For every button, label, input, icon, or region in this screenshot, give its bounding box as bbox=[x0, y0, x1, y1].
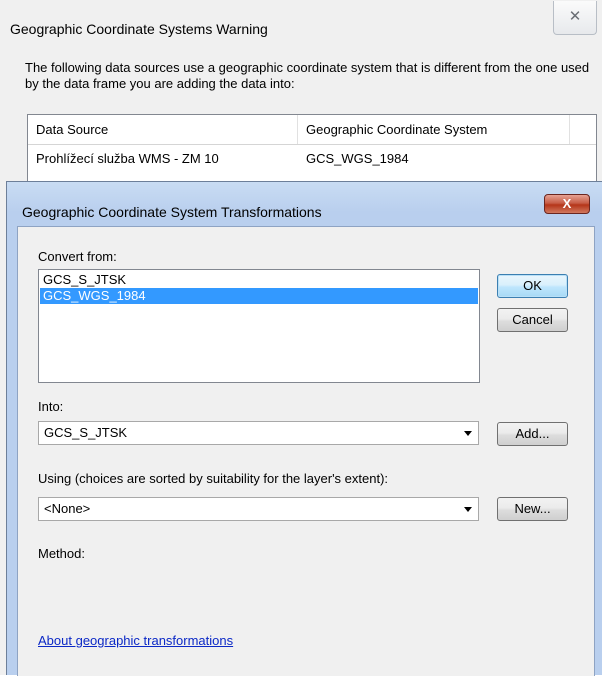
add-button[interactable]: Add... bbox=[497, 422, 568, 446]
convert-from-list[interactable]: GCS_S_JTSK GCS_WGS_1984 bbox=[38, 269, 480, 383]
warning-window-title: Geographic Coordinate Systems Warning bbox=[10, 21, 268, 37]
list-item[interactable]: GCS_S_JTSK bbox=[40, 272, 478, 288]
chevron-down-icon bbox=[464, 507, 472, 512]
into-dropdown-value: GCS_S_JTSK bbox=[44, 425, 128, 440]
dialog-client-area: Convert from: GCS_S_JTSK GCS_WGS_1984 OK… bbox=[17, 226, 595, 676]
warning-message: The following data sources use a geograp… bbox=[25, 60, 590, 91]
warning-close-button[interactable]: ✕ bbox=[553, 1, 597, 35]
into-label: Into: bbox=[38, 399, 64, 414]
new-button[interactable]: New... bbox=[497, 497, 568, 521]
cancel-button[interactable]: Cancel bbox=[497, 308, 568, 332]
close-icon: ✕ bbox=[568, 8, 582, 25]
transformations-dialog: Geographic Coordinate System Transformat… bbox=[6, 181, 602, 676]
chevron-down-icon bbox=[464, 431, 472, 436]
using-label: Using (choices are sorted by suitability… bbox=[38, 471, 389, 486]
using-dropdown[interactable]: <None> bbox=[38, 497, 479, 521]
list-item-selected[interactable]: GCS_WGS_1984 bbox=[40, 288, 478, 304]
table-header: Data Source Geographic Coordinate System bbox=[28, 115, 596, 145]
about-transformations-link[interactable]: About geographic transformations bbox=[38, 633, 233, 648]
column-header-data-source[interactable]: Data Source bbox=[28, 115, 298, 144]
column-header-gcs[interactable]: Geographic Coordinate System bbox=[298, 115, 570, 144]
dialog-title: Geographic Coordinate System Transformat… bbox=[22, 204, 322, 220]
method-label: Method: bbox=[38, 546, 85, 561]
cell-gcs: GCS_WGS_1984 bbox=[306, 151, 409, 166]
using-dropdown-value: <None> bbox=[44, 501, 91, 516]
dialog-close-button[interactable]: X bbox=[544, 194, 590, 214]
convert-from-label: Convert from: bbox=[38, 249, 117, 264]
close-icon: X bbox=[562, 196, 572, 211]
into-dropdown[interactable]: GCS_S_JTSK bbox=[38, 421, 479, 445]
ok-button[interactable]: OK bbox=[497, 274, 568, 298]
cell-data-source: Prohlížecí služba WMS - ZM 10 bbox=[36, 151, 219, 166]
